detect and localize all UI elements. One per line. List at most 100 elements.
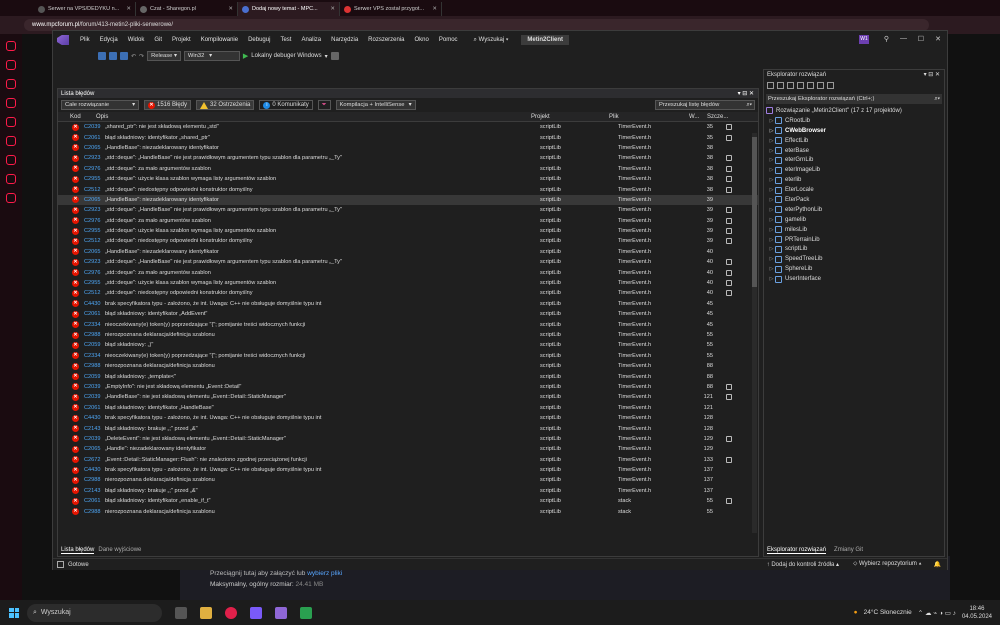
col-line[interactable]: W... bbox=[689, 114, 707, 120]
table-row[interactable]: ✕ C2923 „std::deque": „HandleBase" nie jes… bbox=[58, 205, 758, 215]
table-row[interactable]: ✕ C2039 „DeleteEvent": nie jest składową e… bbox=[58, 434, 758, 444]
error-code[interactable]: C2955 bbox=[84, 280, 105, 286]
error-code[interactable]: C2672 bbox=[84, 457, 105, 463]
warnings-filter[interactable]: 32 Ostrzeżenia bbox=[196, 100, 255, 110]
menu-item[interactable]: Narzędzia bbox=[326, 37, 363, 43]
table-row[interactable]: ✕ C2061 błąd składniowy: identyfikator „sh… bbox=[58, 132, 758, 142]
table-row[interactable]: ✕ C2976 „std::deque": za mało argumentów s… bbox=[58, 267, 758, 277]
details-icon[interactable] bbox=[725, 186, 732, 193]
table-row[interactable]: ✕ C2143 błąd składniowy: brakuje „;" przed… bbox=[58, 486, 758, 496]
project-item[interactable]: ▷ eterBase bbox=[764, 146, 944, 156]
refresh-icon[interactable] bbox=[787, 82, 794, 89]
menu-item[interactable]: Plik bbox=[75, 37, 95, 43]
solution-root[interactable]: Rozwiązanie „Metin2Client" (17 z 17 proj… bbox=[764, 106, 944, 116]
home-icon[interactable] bbox=[767, 82, 774, 89]
col-code[interactable]: Kod bbox=[70, 114, 96, 120]
table-row[interactable]: ✕ C2065 „Handle": niezadeklarowany identyf… bbox=[58, 444, 758, 454]
details-icon[interactable] bbox=[725, 394, 732, 401]
table-row[interactable]: ✕ C2065 „HandleBase": niezadeklarowany ide… bbox=[58, 143, 758, 153]
error-code[interactable]: C2955 bbox=[84, 228, 105, 234]
details-icon[interactable] bbox=[725, 207, 732, 214]
details-icon[interactable] bbox=[725, 165, 732, 172]
error-code[interactable]: C2039 bbox=[84, 436, 105, 442]
attach-icon[interactable] bbox=[330, 52, 339, 60]
add-source-control[interactable]: ↑ Dodaj do kontroli źródła ▴ bbox=[767, 561, 839, 568]
errors-filter[interactable]: ✕ 1516 Błędy bbox=[144, 100, 192, 110]
table-row[interactable]: ✕C2059błąd składniowy: „)"scriptLibstack… bbox=[58, 517, 758, 518]
minimize-icon[interactable]: — bbox=[900, 35, 907, 42]
filter-icon[interactable]: ⏷ bbox=[317, 100, 331, 110]
error-code[interactable]: C2061 bbox=[84, 405, 105, 411]
expand-arrow-icon[interactable]: ▷ bbox=[768, 128, 775, 134]
scope-select[interactable]: Całe rozwiązanie ▾ bbox=[61, 100, 139, 110]
table-row[interactable]: ✕ C2672 „Event::Detail::StaticManager::Flu… bbox=[58, 455, 758, 465]
save-icon[interactable] bbox=[109, 52, 117, 60]
expand-arrow-icon[interactable]: ▷ bbox=[768, 167, 775, 173]
table-row[interactable]: ✕ C2143 błąd składniowy: brakuje „;" przed… bbox=[58, 423, 758, 433]
details-icon[interactable] bbox=[725, 238, 732, 245]
details-icon[interactable] bbox=[725, 217, 732, 224]
details-icon[interactable] bbox=[725, 280, 732, 287]
details-icon[interactable] bbox=[725, 290, 732, 297]
error-code[interactable]: C2065 bbox=[84, 197, 105, 203]
table-row[interactable]: ✕ C2955 „std::deque": użycie klasa szablon… bbox=[58, 226, 758, 236]
table-row[interactable]: ✕ C2061 błąd składniowy: identyfikator „en… bbox=[58, 496, 758, 506]
table-row[interactable]: ✕ C2955 „std::deque": użycie klasa szablon… bbox=[58, 174, 758, 184]
sidebar-discord-icon[interactable] bbox=[6, 98, 16, 108]
table-row[interactable]: ✕ C2955 „std::deque": użycie klasa szablon… bbox=[58, 278, 758, 288]
error-code[interactable]: C2065 bbox=[84, 446, 105, 452]
preview-icon[interactable] bbox=[827, 82, 834, 89]
undo-icon[interactable]: ↶ bbox=[131, 53, 136, 60]
details-icon[interactable] bbox=[725, 176, 732, 183]
sidebar-box-icon[interactable] bbox=[6, 174, 16, 184]
notifications-icon[interactable]: 🔔 bbox=[934, 561, 941, 568]
platform-select[interactable]: Win32 ▾ bbox=[183, 51, 240, 61]
menu-item[interactable]: Projekt bbox=[167, 37, 196, 43]
table-row[interactable]: ✕ C2988 nierozpoznana deklaracja/definicja… bbox=[58, 475, 758, 485]
taskbar-search[interactable]: ⌕ Wyszukaj bbox=[27, 603, 162, 622]
expand-arrow-icon[interactable]: ▷ bbox=[768, 177, 775, 183]
error-code[interactable]: C2923 bbox=[84, 259, 105, 265]
config-select[interactable]: Release ▾ bbox=[147, 51, 181, 61]
browser-tab[interactable]: Czat - Sharegon.pl ✕ bbox=[136, 2, 238, 16]
table-row[interactable]: ✕ C2923 „std::deque": „HandleBase" nie jes… bbox=[58, 257, 758, 267]
table-row[interactable]: ✕ C2059 błąd składniowy: „template<" script… bbox=[58, 371, 758, 381]
details-icon[interactable] bbox=[725, 435, 732, 442]
details-icon[interactable] bbox=[725, 498, 732, 505]
details-icon[interactable] bbox=[725, 456, 732, 463]
error-code[interactable]: C2976 bbox=[84, 166, 105, 172]
table-row[interactable]: ✕ C2039 „HandleBase": nie jest składową el… bbox=[58, 392, 758, 402]
menu-item[interactable]: Edycja bbox=[95, 37, 123, 43]
project-item[interactable]: ▷ UserInterface bbox=[764, 274, 944, 284]
clock[interactable]: 18:46 04.05.2024 bbox=[962, 605, 992, 621]
error-code[interactable]: C4430 bbox=[84, 467, 105, 473]
menu-item[interactable]: Git bbox=[149, 37, 167, 43]
expand-arrow-icon[interactable]: ▷ bbox=[768, 227, 775, 233]
project-item[interactable]: ▷ milesLib bbox=[764, 225, 944, 235]
table-row[interactable]: ✕ C2065 „HandleBase": niezadeklarowany ide… bbox=[58, 194, 758, 206]
details-icon[interactable] bbox=[725, 269, 732, 276]
details-icon[interactable] bbox=[725, 124, 732, 131]
tab-output[interactable]: Dane wyjściowe bbox=[98, 547, 141, 553]
project-item[interactable]: ▷ eterlib bbox=[764, 175, 944, 185]
app-icon[interactable] bbox=[300, 606, 312, 619]
expand-arrow-icon[interactable]: ▷ bbox=[768, 138, 775, 144]
table-row[interactable]: ✕ C2988 nierozpoznana deklaracja/definicja… bbox=[58, 330, 758, 340]
tray-icons[interactable]: ⌃ ☁ ⌁ ◑ ▭ ♪ bbox=[918, 609, 956, 617]
new-file-icon[interactable] bbox=[98, 52, 106, 60]
details-icon[interactable] bbox=[725, 134, 732, 141]
close-icon[interactable]: ✕ bbox=[935, 35, 941, 43]
error-code[interactable]: C2334 bbox=[84, 353, 105, 359]
build-select[interactable]: Kompilacja + IntelliSense ▾ bbox=[335, 100, 416, 110]
debugger-button[interactable]: Lokalny debuger Windows bbox=[251, 53, 321, 59]
error-code[interactable]: C2143 bbox=[84, 488, 105, 494]
table-row[interactable]: ✕ C2334 nieoczekiwany(e) token(y) poprzedz… bbox=[58, 319, 758, 329]
error-code[interactable]: C2976 bbox=[84, 218, 105, 224]
error-code[interactable]: C2059 bbox=[84, 374, 105, 380]
project-item[interactable]: ▷ CWebBrowser bbox=[764, 126, 944, 136]
tab-close-icon[interactable]: ✕ bbox=[432, 6, 437, 12]
table-row[interactable]: ✕ C2988 nierozpoznana deklaracja/definicja… bbox=[58, 506, 758, 516]
messages-filter[interactable]: i0 Komunikaty bbox=[259, 100, 313, 110]
error-code[interactable]: C4430 bbox=[84, 301, 105, 307]
project-item[interactable]: ▷ eterGrnLib bbox=[764, 155, 944, 165]
